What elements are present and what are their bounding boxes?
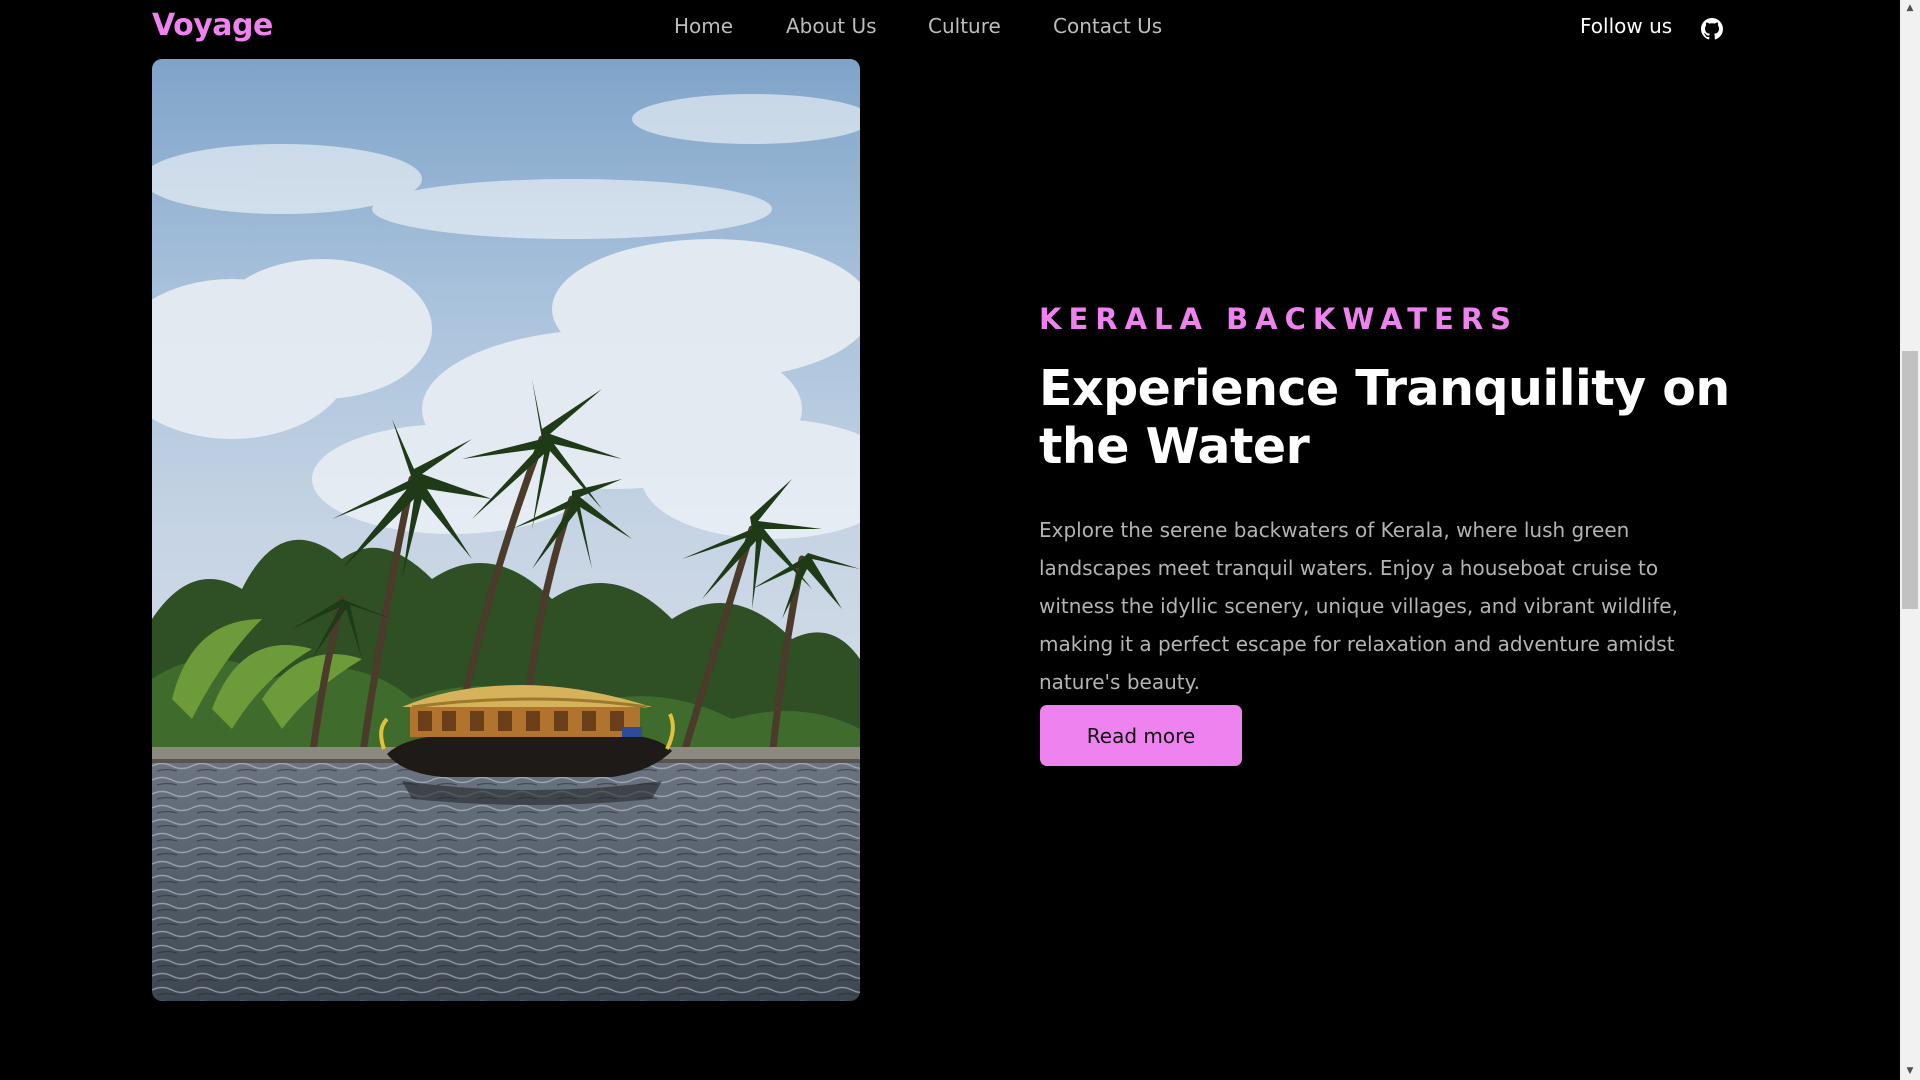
nav-link-about-us[interactable]: About Us [786,14,877,38]
scroll-down-arrow-icon[interactable]: ▼ [1900,1063,1920,1080]
nav-link-home[interactable]: Home [674,14,733,38]
nav-link-culture[interactable]: Culture [928,14,1001,38]
hero-title: Experience Tranquility on the Water [1039,360,1730,475]
follow-us-label: Follow us [1580,14,1673,38]
read-more-button[interactable]: Read more [1040,705,1242,766]
nav-link-contact-us[interactable]: Contact Us [1053,14,1162,38]
scroll-up-arrow-icon[interactable]: ▲ [1900,0,1920,17]
top-navbar: Voyage Home About Us Culture Contact Us … [0,0,1900,58]
vertical-scrollbar[interactable]: ▲ ▼ [1900,0,1920,1080]
scrollbar-thumb[interactable] [1902,351,1918,609]
page: Voyage Home About Us Culture Contact Us … [0,0,1920,1080]
kerala-backwaters-photo [152,59,860,1001]
github-icon[interactable] [1701,18,1723,40]
hero-description: Explore the serene backwaters of Kerala,… [1039,518,1678,694]
section-eyebrow: KERALA BACKWATERS [1039,302,1519,336]
